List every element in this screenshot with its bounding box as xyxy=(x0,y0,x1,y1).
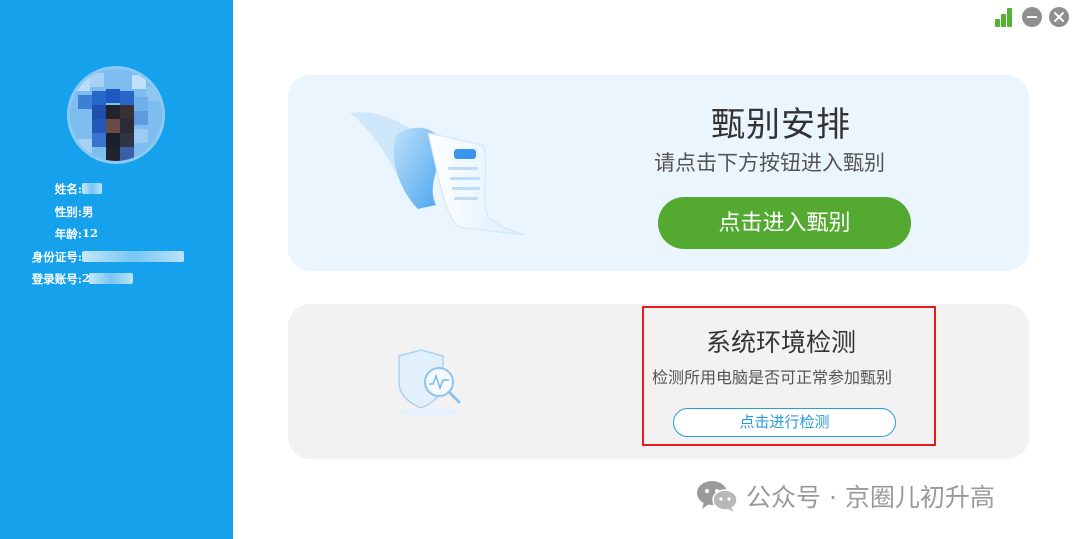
profile-age-row: 年龄: 12 xyxy=(0,223,233,246)
exam-subtitle: 请点击下方按钮进入甄别 xyxy=(654,151,885,175)
profile-id-label: 身份证号: xyxy=(31,249,82,264)
exam-title: 甄别安排 xyxy=(711,105,851,145)
profile-gender-row: 性别: 男 xyxy=(0,201,233,224)
profile-account-redacted xyxy=(89,273,133,284)
close-icon[interactable] xyxy=(1049,7,1069,27)
shield-scan-icon xyxy=(397,349,461,416)
profile-info: 姓名: 性别: 男 年龄: 12 身份证号: 登录账号: 2 xyxy=(0,178,233,291)
profile-name-row: 姓名: xyxy=(0,178,233,201)
profile-age-value: 12 xyxy=(82,226,99,240)
avatar-image xyxy=(70,69,162,161)
profile-account-label: 登录账号: xyxy=(31,272,82,286)
profile-id-redacted xyxy=(82,250,184,262)
watermark: 公众号 · 京圈儿初升高 xyxy=(696,478,995,514)
profile-name-label: 姓名: xyxy=(54,182,82,196)
enter-exam-button[interactable]: 点击进入甄别 xyxy=(658,197,911,249)
highlight-box xyxy=(642,306,936,446)
minimize-icon[interactable] xyxy=(1022,7,1042,27)
profile-id-row: 身份证号: xyxy=(0,246,233,269)
document-illustration-icon xyxy=(350,112,525,236)
profile-account-row: 登录账号: 2 xyxy=(0,268,233,291)
wechat-icon xyxy=(697,481,738,512)
profile-gender-value: 男 xyxy=(82,204,94,219)
profile-age-label: 年龄: xyxy=(54,227,82,241)
profile-name-redacted xyxy=(82,183,102,194)
exam-card: 甄别安排 请点击下方按钮进入甄别 点击进入甄别 xyxy=(288,75,1029,271)
avatar xyxy=(67,66,165,164)
sidebar: 姓名: 性别: 男 年龄: 12 身份证号: 登录账号: 2 xyxy=(0,0,233,539)
profile-gender-label: 性别: xyxy=(54,204,82,219)
signal-icon xyxy=(995,7,1015,27)
watermark-text: 公众号 · 京圈儿初升高 xyxy=(746,483,995,512)
